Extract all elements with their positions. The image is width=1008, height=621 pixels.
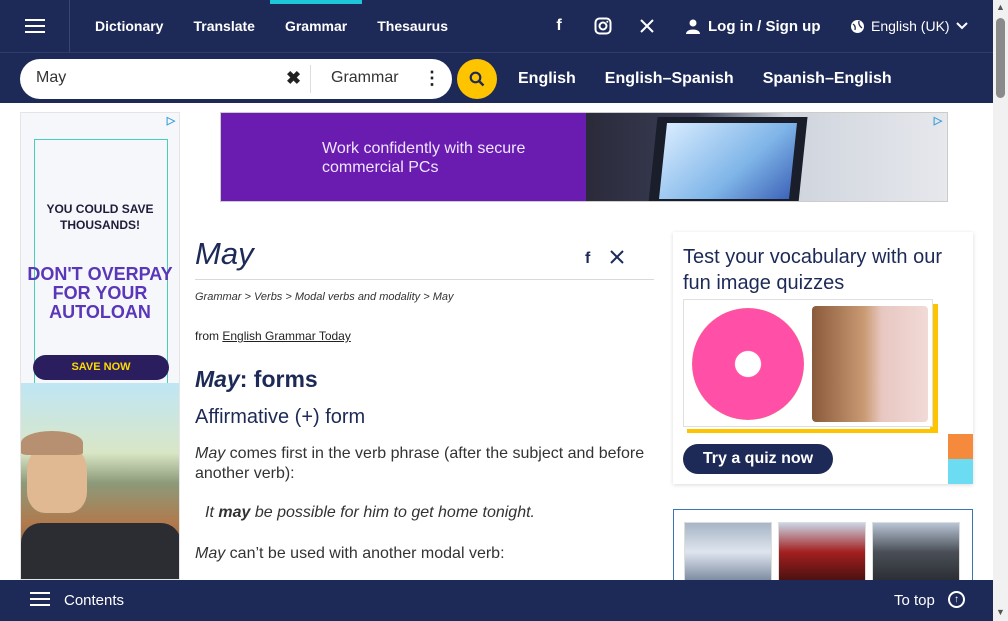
dict-link-english[interactable]: English [518,70,576,88]
nav-link-grammar[interactable]: Grammar [269,0,363,52]
more-options-icon[interactable]: ⋮ [423,68,441,89]
donut-image [692,308,804,420]
para1-word: May [195,445,226,462]
scroll-up-arrow-icon[interactable]: ▲ [996,3,1005,12]
main-nav-links: Dictionary Translate Grammar Thesaurus [80,0,463,52]
banner-ad-screen [659,123,797,199]
quiz-image[interactable] [683,299,933,427]
breadcrumb[interactable]: Grammar > Verbs > Modal verbs and modali… [195,291,454,303]
car-image-2 [778,522,866,582]
ad-line-2: DON'T OVERPAY FOR YOUR AUTOLOAN [27,264,173,322]
menu-icon[interactable] [0,0,70,52]
nav-link-thesaurus[interactable]: Thesaurus [362,0,463,52]
paragraph-1: May comes first in the verb phrase (afte… [195,444,655,484]
search-bar: May ✖ Grammar ⋮ English English–Spanish … [0,52,993,103]
share-icons: f [585,250,625,269]
dict-link-spanish-english[interactable]: Spanish–English [763,70,892,88]
search-button[interactable] [457,59,497,99]
bottom-bar: Contents To top ↑ [0,580,993,621]
milkshake-image [812,306,928,422]
para2-rest: can’t be used with another modal verb: [225,545,505,562]
car-image-1 [684,522,772,582]
contents-menu-icon[interactable] [30,592,50,608]
chevron-down-icon [955,22,968,30]
adchoices-icon[interactable]: ▷ [162,114,179,128]
quiz-accent-bar-bottom [687,429,938,433]
language-selector[interactable]: English (UK) [850,0,968,52]
search-divider [310,65,311,93]
contents-button[interactable]: Contents [64,592,124,609]
instagram-icon[interactable] [592,15,614,37]
banner-advertisement[interactable]: Work confidently with secure commercial … [220,112,948,202]
adchoices-icon[interactable]: ▷ [929,114,947,128]
ad-photo-car [21,523,179,579]
dictionary-links: English English–Spanish Spanish–English [518,53,892,104]
to-top-button[interactable]: To top [894,592,935,609]
dictionary-select[interactable]: Grammar [331,69,399,87]
feedback-tab-orange[interactable] [948,434,973,459]
left-advertisement[interactable]: ▷ YOU COULD SAVE THOUSANDS! DON'T OVERPA… [20,112,180,580]
try-quiz-button[interactable]: Try a quiz now [683,444,833,474]
para2-word: May [195,545,226,562]
search-input[interactable]: May [36,69,66,87]
source-line: from English Grammar Today [195,329,351,343]
scrollbar-thumb[interactable] [996,18,1005,98]
search-box: May ✖ Grammar ⋮ [20,59,452,99]
section-heading: May: forms [195,366,318,393]
ad-line-1: YOU COULD SAVE THOUSANDS! [46,202,154,232]
x-twitter-icon[interactable] [636,15,658,37]
ad-photo-hat [21,431,83,455]
nav-link-dictionary[interactable]: Dictionary [80,0,178,52]
facebook-share-icon[interactable]: f [585,250,590,269]
social-links: f [548,0,658,52]
arrow-up-icon[interactable]: ↑ [948,591,965,608]
para1-rest: comes first in the verb phrase (after th… [195,445,645,482]
example-sentence: It may be possible for him to get home t… [205,504,535,522]
scrollbar[interactable]: ▲ ▼ [993,0,1008,621]
language-label: English (UK) [871,18,950,34]
heading-rest: : forms [239,366,318,392]
subsection-heading: Affirmative (+) form [195,406,366,428]
scroll-down-arrow-icon[interactable]: ▼ [996,608,1005,617]
source-prefix: from [195,329,219,343]
x-share-icon[interactable] [610,250,625,269]
example-pre: It [205,504,219,521]
car-advertisement[interactable] [673,509,973,589]
example-bold: may [218,504,251,521]
facebook-icon[interactable]: f [548,15,570,37]
dict-link-english-spanish[interactable]: English–Spanish [605,70,734,88]
ad-save-button[interactable]: SAVE NOW [33,355,169,380]
heading-word: May [195,366,240,392]
user-icon [686,19,700,34]
top-navigation: Dictionary Translate Grammar Thesaurus f… [0,0,993,52]
quiz-promo: Test your vocabulary with our fun image … [673,232,973,484]
example-post: be possible for him to get home tonight. [250,504,535,521]
nav-link-translate[interactable]: Translate [178,0,269,52]
source-link[interactable]: English Grammar Today [222,329,351,343]
page-title: May [195,236,254,271]
login-link[interactable]: Log in / Sign up [686,0,820,52]
clear-icon[interactable]: ✖ [286,68,301,89]
feedback-tab-cyan[interactable] [948,459,973,484]
paragraph-2: May can’t be used with another modal ver… [195,545,505,563]
car-image-3 [872,522,960,582]
title-divider [195,279,654,280]
banner-ad-text: Work confidently with secure commercial … [322,140,526,176]
search-icon [469,71,485,87]
login-label: Log in / Sign up [708,17,821,35]
quiz-title: Test your vocabulary with our fun image … [683,246,943,294]
globe-icon [851,19,864,33]
